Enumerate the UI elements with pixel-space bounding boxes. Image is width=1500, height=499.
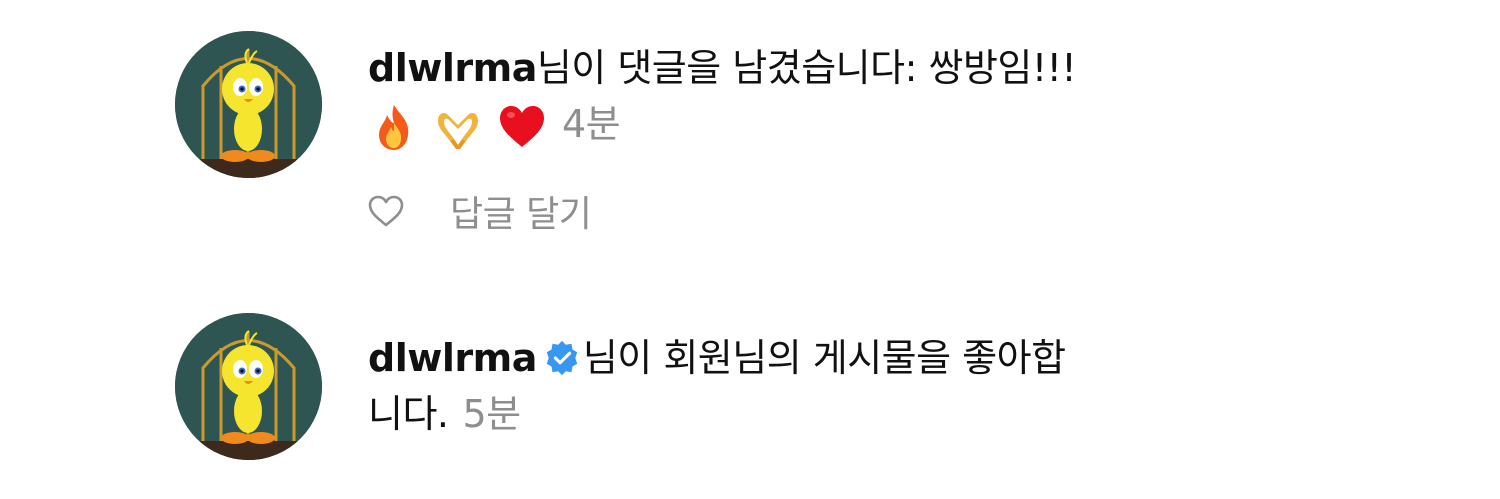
verified-badge-icon (543, 339, 581, 377)
heart-outline-icon[interactable] (366, 191, 406, 231)
fire-emoji (368, 101, 420, 153)
username[interactable]: dlwlrma (368, 46, 537, 90)
avatar[interactable] (175, 313, 322, 460)
notification-message: 님이 댓글을 남겼습니다: 쌍방임!!! (536, 46, 1077, 90)
red-heart-emoji (496, 101, 548, 153)
timestamp: 5분 (462, 392, 522, 436)
timestamp: 4분 (562, 102, 621, 146)
comment-actions: 답글 달기 (366, 185, 592, 237)
avatar[interactable] (175, 31, 322, 178)
emoji-row (368, 101, 548, 153)
heart-hands-emoji (432, 101, 484, 153)
notification-message-continued: 니다. (368, 392, 449, 436)
notification-item[interactable]: dlwlrma 님이 회원님의 게시물을 좋아합 니다. 5분 (0, 290, 1500, 490)
avatar-image (175, 313, 322, 460)
reply-button[interactable]: 답글 달기 (450, 185, 592, 237)
username[interactable]: dlwlrma (368, 336, 537, 380)
notification-message: 님이 회원님의 게시물을 좋아합 (582, 336, 1066, 380)
avatar-image (175, 31, 322, 178)
notification-text: dlwlrma 님이 회원님의 게시물을 좋아합 니다. 5분 (368, 330, 1198, 442)
notification-item[interactable]: dlwlrma님이 댓글을 남겼습니다: 쌍방임!!! 4분 답글 달기 (0, 0, 1500, 260)
notification-text: dlwlrma님이 댓글을 남겼습니다: 쌍방임!!! 4분 (368, 40, 1198, 153)
